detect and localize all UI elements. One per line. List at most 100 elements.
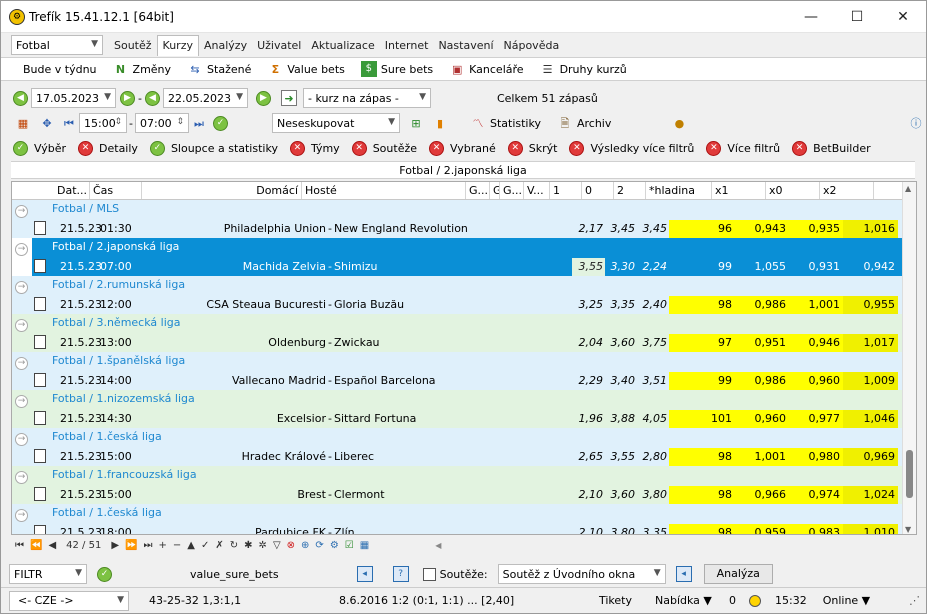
- odds-select[interactable]: - kurz na zápas - ▼: [302, 88, 431, 108]
- info-icon[interactable]: ⓘ: [908, 115, 924, 131]
- statistics-button[interactable]: 〽 Statistiky: [462, 115, 549, 131]
- nav-next-icon[interactable]: ▶: [111, 540, 119, 551]
- menu-3[interactable]: Uživatel: [252, 39, 306, 52]
- scroll-up-icon[interactable]: ▲: [905, 184, 911, 193]
- changes-button[interactable]: N Změny: [105, 61, 180, 77]
- filter-tab-9[interactable]: ✕ BetBuilder: [792, 140, 871, 156]
- column-header[interactable]: V...: [524, 182, 550, 199]
- value-bets-button[interactable]: Σ Value bets: [259, 61, 353, 77]
- column-header[interactable]: *hladina: [646, 182, 712, 199]
- menu-2[interactable]: Analýzy: [199, 39, 252, 52]
- nav-goto-icon[interactable]: ✲: [259, 540, 267, 551]
- column-header[interactable]: Čas: [90, 182, 142, 199]
- table-row[interactable]: → Fotbal / MLS 21.5.23 01:30 Philadelphia Un…: [12, 200, 916, 238]
- menu-7[interactable]: Nápověda: [499, 39, 565, 52]
- menu-6[interactable]: Nastavení: [433, 39, 498, 52]
- sure-bets-button[interactable]: $ Sure bets: [353, 61, 441, 77]
- horizontal-scroll-left-icon[interactable]: ◀: [435, 541, 441, 550]
- coins-icon[interactable]: ●: [671, 115, 687, 131]
- nav-clear-filter-icon[interactable]: ⊗: [287, 540, 295, 551]
- filter-tab-8[interactable]: ✕ Více filtrů: [706, 140, 780, 156]
- date-from-input[interactable]: 17.05.2023 ▼: [31, 88, 116, 108]
- filter-tab-0[interactable]: ✓ Výběr: [13, 140, 66, 156]
- contest-apply-icon[interactable]: ◂: [675, 566, 692, 582]
- filter-select[interactable]: FILTR ▼: [9, 564, 87, 584]
- prev-date-to-icon[interactable]: ◀: [144, 90, 160, 106]
- nav-filter-icon[interactable]: ▽: [273, 540, 281, 551]
- nav-next-page-icon[interactable]: ⏩: [125, 540, 137, 551]
- contest-select[interactable]: Soutěž z Úvodního okna ▼: [497, 564, 666, 584]
- nav-sync-icon[interactable]: ⟳: [315, 540, 323, 551]
- nav-delete-icon[interactable]: −: [173, 540, 181, 551]
- nav-prev-page-icon[interactable]: ⏪: [30, 540, 42, 551]
- filter-tab-6[interactable]: ✕ Skrýt: [507, 140, 557, 156]
- column-header[interactable]: x0: [766, 182, 820, 199]
- table-row[interactable]: → Fotbal / 1.španělská liga 21.5.23 14:00 Va…: [12, 352, 916, 390]
- group-select[interactable]: Neseskupovat ▼: [271, 113, 400, 133]
- filter-ok-icon[interactable]: ✓: [97, 566, 112, 582]
- menu-0[interactable]: Soutěž: [109, 39, 157, 52]
- analyze-button[interactable]: Analýza: [703, 564, 773, 584]
- scroll-down-icon[interactable]: ▼: [905, 525, 911, 534]
- minimize-button[interactable]: —: [788, 1, 834, 33]
- period-button[interactable]: Bude v týdnu: [1, 63, 105, 76]
- nav-prev-icon[interactable]: ◀: [48, 540, 56, 551]
- contest-checkbox[interactable]: [422, 567, 436, 581]
- column-header[interactable]: Dat...: [54, 182, 90, 199]
- close-button[interactable]: ✕: [880, 1, 926, 33]
- move-icon[interactable]: ✥: [39, 115, 55, 131]
- column-header[interactable]: x2: [820, 182, 874, 199]
- table-row[interactable]: → Fotbal / 1.francouzská liga 21.5.23 15:00…: [12, 466, 916, 504]
- nav-bookmark-icon[interactable]: ✱: [244, 540, 252, 551]
- nav-add-icon[interactable]: ⊕: [301, 540, 309, 551]
- menu-4[interactable]: Aktualizace: [306, 39, 379, 52]
- nav-post-icon[interactable]: ✓: [201, 540, 209, 551]
- filter-tab-5[interactable]: ✕ Vybrané: [429, 140, 496, 156]
- date-to-input[interactable]: 22.05.2023 ▼: [162, 88, 248, 108]
- offer-button[interactable]: Nabídka ▼: [647, 594, 721, 607]
- resize-grip-icon[interactable]: ⋰: [909, 594, 920, 607]
- filter-tab-1[interactable]: ✕ Detaily: [78, 140, 138, 156]
- nav-check-icon[interactable]: ☑: [345, 540, 354, 551]
- time-to-input[interactable]: 07:00 ⇕: [134, 113, 189, 133]
- vertical-scrollbar[interactable]: ▲ ▼: [902, 182, 916, 534]
- filter-tab-2[interactable]: ✓ Sloupce a statistiky: [149, 140, 278, 156]
- table-row[interactable]: → Fotbal / 1.česká liga 21.5.23 15:00 Hradec…: [12, 428, 916, 466]
- maximize-button[interactable]: ☐: [834, 1, 880, 33]
- bookmakers-button[interactable]: ▣ Kanceláře: [441, 61, 531, 77]
- filter-tab-3[interactable]: ✕ Týmy: [289, 140, 340, 156]
- nav-insert-icon[interactable]: +: [159, 540, 167, 551]
- last-icon[interactable]: ⏭: [191, 115, 207, 131]
- table-row[interactable]: → Fotbal / 2.japonská liga 21.5.23 07:00 Mac…: [15, 238, 916, 276]
- online-button[interactable]: Online ▼: [815, 594, 878, 607]
- table-row[interactable]: → Fotbal / 2.rumunská liga 21.5.23 12:00 CSA…: [12, 276, 916, 314]
- help-icon[interactable]: ?: [392, 566, 409, 582]
- load-filter-icon[interactable]: ◂: [356, 566, 373, 582]
- language-select[interactable]: <- CZE -> ▼: [9, 590, 129, 611]
- table-row[interactable]: → Fotbal / 1.česká liga 21.5.23 18:00 Pardub…: [12, 504, 916, 534]
- menu-1[interactable]: Kurzy: [156, 34, 199, 56]
- sport-select[interactable]: Fotbal ▼: [11, 35, 103, 55]
- nav-grid-icon[interactable]: ▦: [360, 540, 369, 551]
- table-row[interactable]: → Fotbal / 1.nizozemská liga 21.5.23 14:30 E…: [12, 390, 916, 428]
- confirm-time-icon[interactable]: ✓: [212, 115, 228, 131]
- prev-date-icon[interactable]: ◀: [13, 90, 28, 106]
- column-header[interactable]: G...: [500, 182, 524, 199]
- first-icon[interactable]: ⏮: [61, 115, 77, 131]
- nav-cancel-icon[interactable]: ✗: [215, 540, 223, 551]
- spin-icon[interactable]: ⇕: [176, 117, 184, 127]
- apply-arrow-icon[interactable]: ➜: [280, 90, 297, 106]
- odds-types-button[interactable]: ☰ Druhy kurzů: [532, 61, 635, 77]
- nav-last-icon[interactable]: ⏭: [144, 540, 153, 551]
- filter-tab-4[interactable]: ✕ Soutěže: [351, 140, 417, 156]
- nav-refresh-icon[interactable]: ↻: [230, 540, 238, 551]
- table-row[interactable]: → Fotbal / 3.německá liga 21.5.23 13:00 Olde…: [12, 314, 916, 352]
- next-date-icon[interactable]: ▶: [120, 90, 135, 106]
- calendar-icon[interactable]: ▦: [15, 115, 31, 131]
- column-header[interactable]: 1: [550, 182, 582, 199]
- menu-5[interactable]: Internet: [380, 39, 434, 52]
- export-icon[interactable]: ⊞: [408, 115, 424, 131]
- column-header[interactable]: G...: [490, 182, 500, 199]
- bar-chart-icon[interactable]: ▮: [432, 115, 448, 131]
- column-header[interactable]: x1: [712, 182, 766, 199]
